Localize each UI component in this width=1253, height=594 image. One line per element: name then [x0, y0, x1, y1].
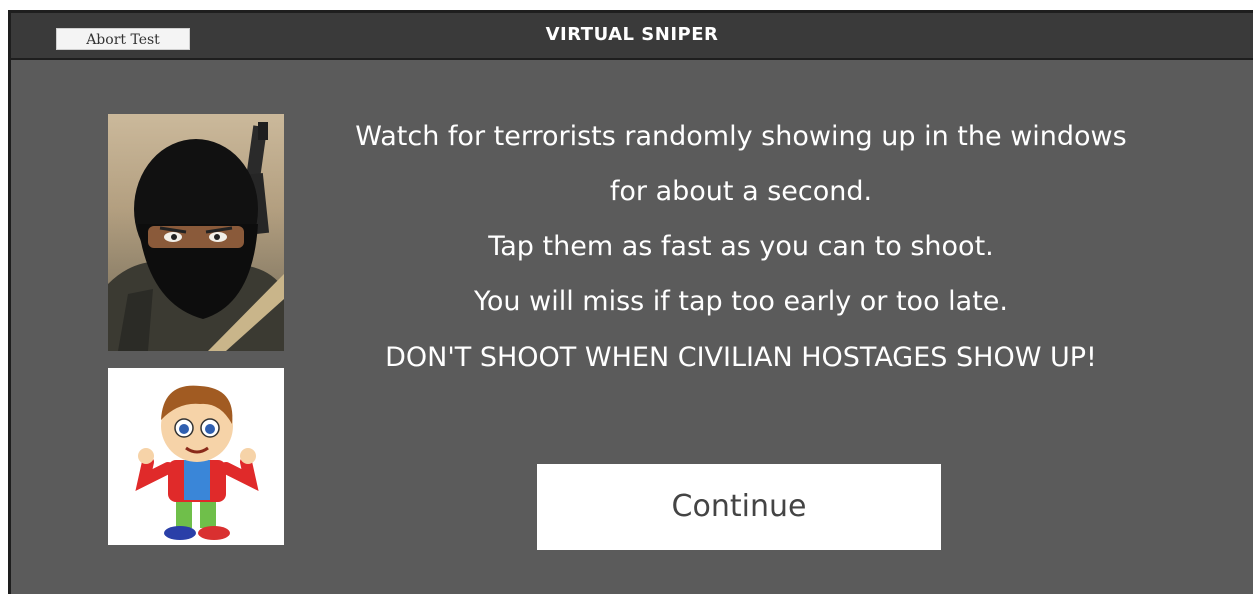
terrorist-image: [108, 114, 284, 351]
instructions-panel: Watch for terrorists randomly showing up…: [341, 109, 1141, 387]
title-bar: Abort Test VIRTUAL SNIPER: [11, 13, 1253, 60]
game-window: Abort Test VIRTUAL SNIPER Watch for terr…: [8, 10, 1253, 594]
game-title: VIRTUAL SNIPER: [545, 24, 719, 45]
instruction-line-1: Watch for terrorists randomly showing up…: [355, 121, 1127, 207]
instruction-line-2: Tap them as fast as you can to shoot.: [488, 231, 994, 262]
instruction-line-3: You will miss if tap too early or too la…: [473, 286, 1008, 317]
hostage-warning: DON'T SHOOT WHEN CIVILIAN HOSTAGES SHOW …: [385, 342, 1097, 373]
continue-button[interactable]: Continue: [537, 464, 941, 550]
civilian-hostage-image: [108, 368, 284, 545]
